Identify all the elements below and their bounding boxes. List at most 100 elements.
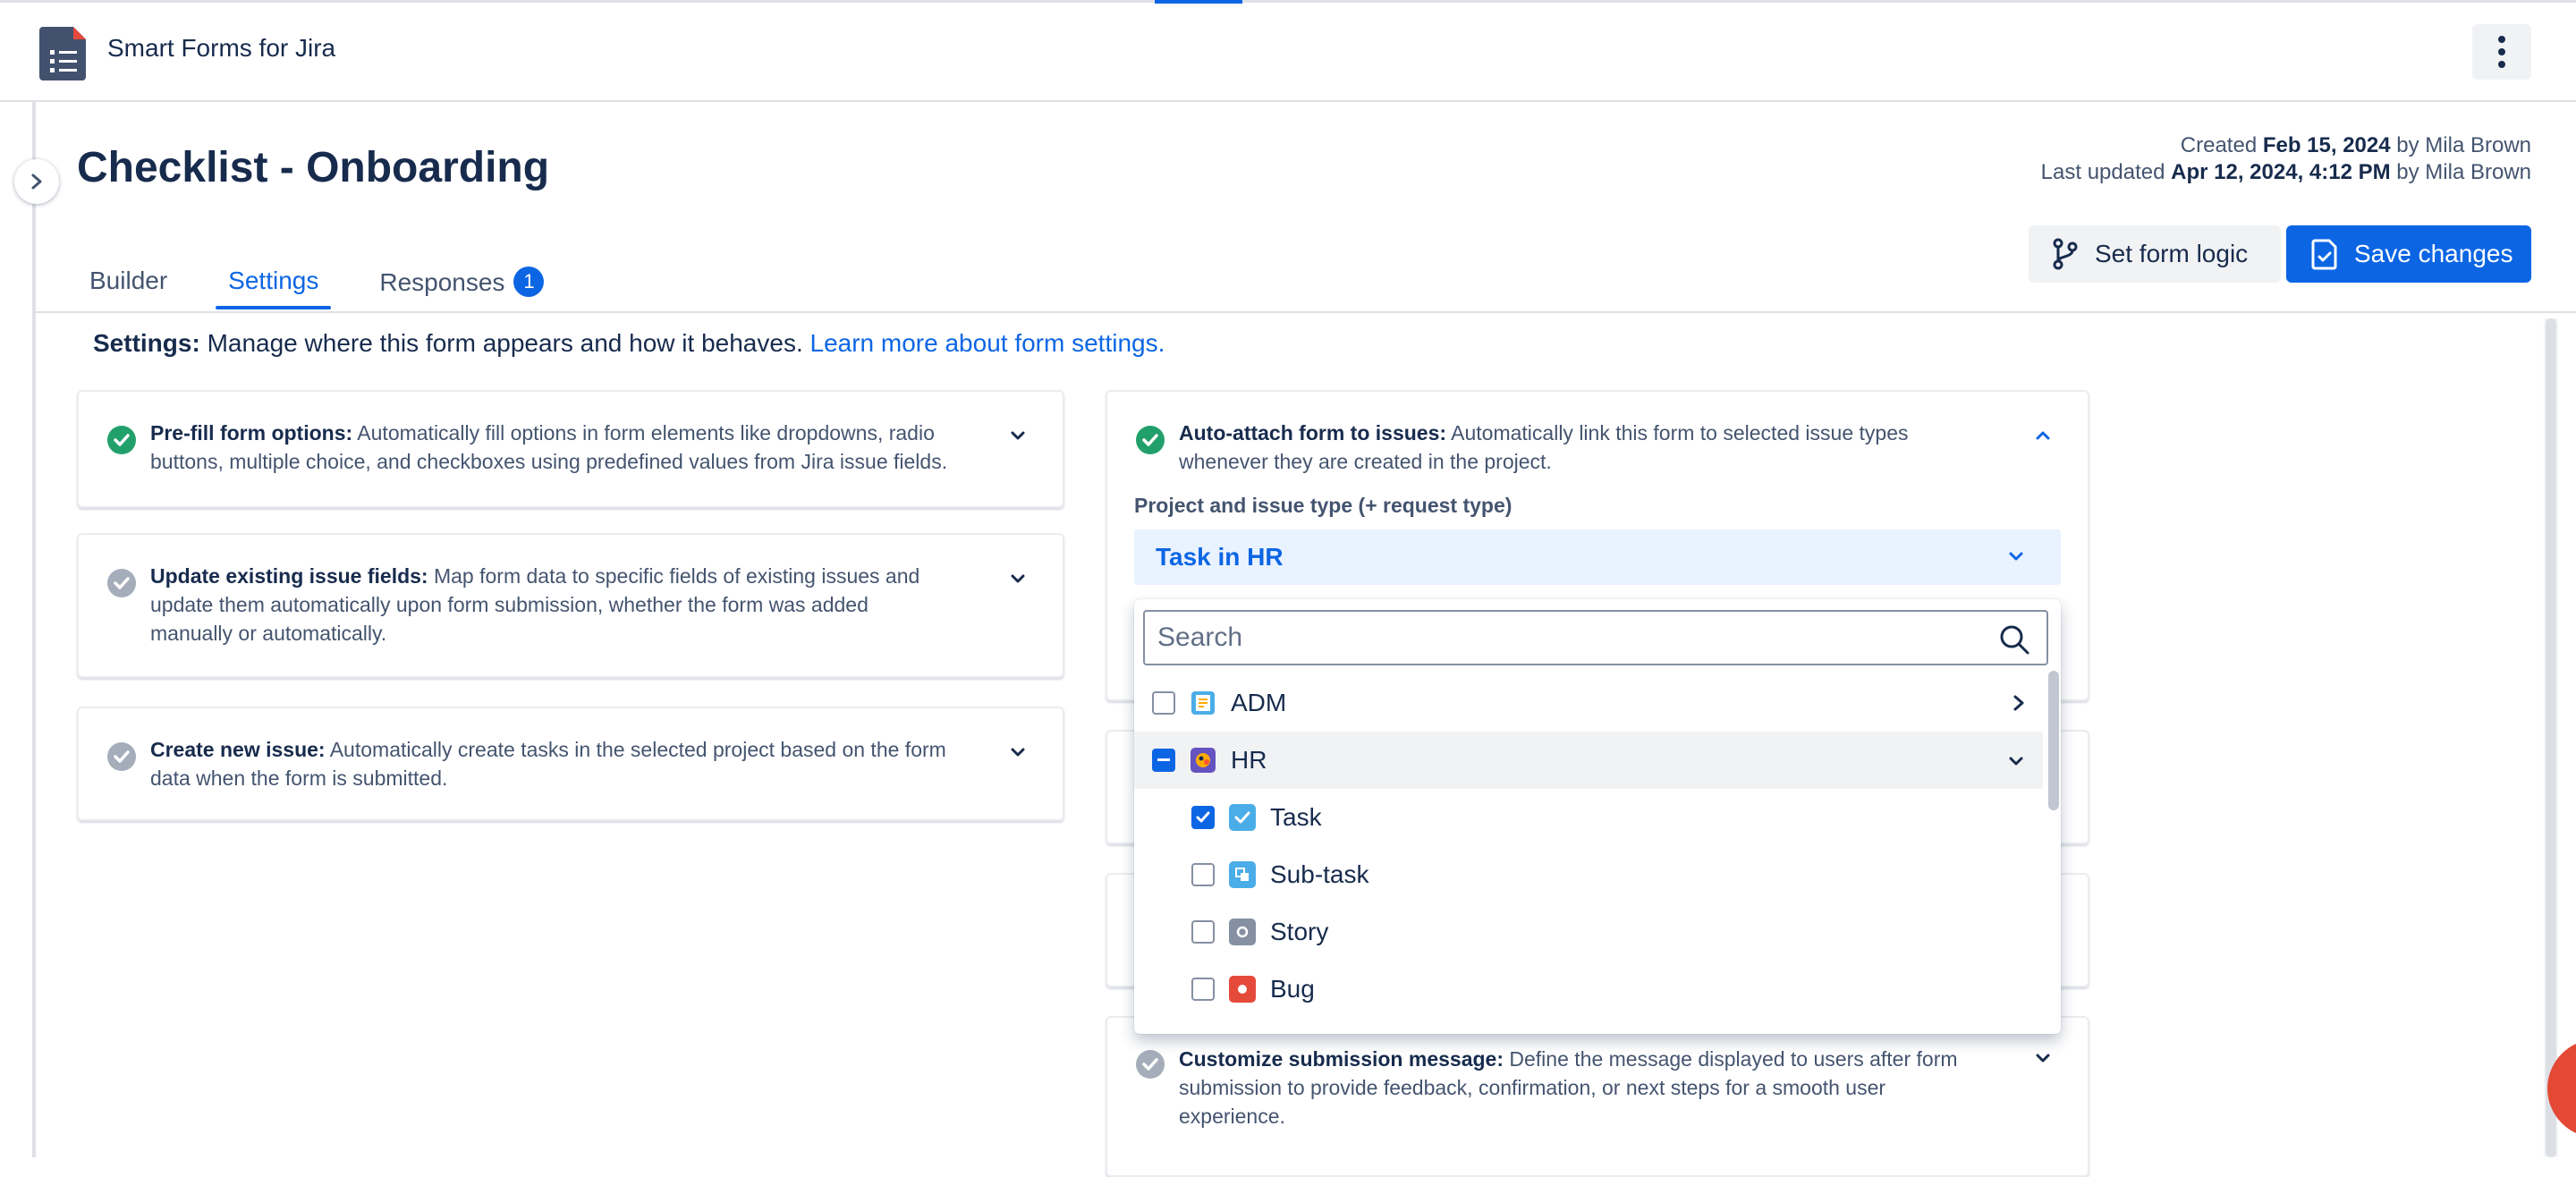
success-check-icon: [107, 426, 136, 454]
left-sidebar-collapsed: [0, 102, 36, 1157]
prefill-options-card[interactable]: Pre-fill form options: Automatically fil…: [77, 390, 1064, 508]
updated-date: Apr 12, 2024, 4:12 PM: [2171, 160, 2391, 184]
branch-icon: [2053, 238, 2078, 270]
chevron-down-icon: [2009, 552, 2023, 561]
option-hr[interactable]: HR: [1134, 732, 2043, 789]
checkbox-checked[interactable]: [1191, 806, 1215, 829]
chevron-right-icon: [31, 174, 42, 190]
update-fields-line2: update them automatically upon form subm…: [150, 593, 869, 616]
subtask-icon: [1229, 861, 1256, 888]
updated-by: by Mila Brown: [2396, 160, 2531, 184]
project-issue-type-select[interactable]: Task in HR: [1134, 529, 2061, 585]
checkbox[interactable]: [1191, 863, 1215, 886]
chevron-right-icon[interactable]: [2012, 694, 2025, 712]
create-issue-title: Create new issue:: [150, 738, 326, 761]
selected-value: Task in HR: [1156, 543, 1284, 571]
created-by: by Mila Brown: [2396, 133, 2531, 157]
app-logo-icon: [39, 23, 89, 80]
prefill-line1: Automatically fill options in form eleme…: [357, 421, 935, 445]
save-changes-button[interactable]: Save changes: [2286, 225, 2531, 283]
page-title: Checklist - Onboarding: [77, 144, 550, 191]
responses-count-badge: 1: [513, 267, 545, 297]
set-form-logic-button[interactable]: Set form logic: [2029, 225, 2281, 283]
intro-prefix: Settings:: [93, 329, 200, 357]
page-scrollbar[interactable]: [2544, 318, 2558, 1157]
option-story[interactable]: Story: [1134, 903, 2043, 961]
tab-responses-label: Responses: [379, 268, 505, 296]
save-changes-label: Save changes: [2354, 240, 2513, 267]
chevron-down-icon[interactable]: [1009, 572, 1027, 585]
option-label: Story: [1270, 918, 1329, 945]
page-scrollbar-thumb[interactable]: [2546, 318, 2556, 1157]
pending-check-icon: [107, 742, 136, 771]
set-form-logic-label: Set form logic: [2095, 240, 2249, 267]
task-icon: [1229, 804, 1256, 831]
option-label: Bug: [1270, 975, 1315, 1003]
submission-description: Customize submission message: Define the…: [1179, 1045, 1958, 1130]
form-tabs: Builder Settings Responses 1: [77, 261, 592, 311]
intro-text: Manage where this form appears and how i…: [207, 329, 803, 357]
auto-attach-line2: whenever they are created in the project…: [1179, 450, 1552, 473]
search-icon: [2000, 625, 2029, 655]
prefill-title: Pre-fill form options:: [150, 421, 353, 445]
more-options-button[interactable]: [2472, 24, 2531, 80]
checkbox[interactable]: [1191, 920, 1215, 944]
created-date: Feb 15, 2024: [2262, 133, 2391, 157]
chevron-down-icon[interactable]: [2034, 1052, 2052, 1064]
update-issue-fields-card[interactable]: Update existing issue fields: Map form d…: [77, 533, 1064, 678]
checkbox-indeterminate[interactable]: [1152, 749, 1175, 772]
chevron-up-icon[interactable]: [2034, 429, 2052, 442]
dropdown-scrollbar[interactable]: [2048, 671, 2059, 810]
auto-attach-description: Auto-attach form to issues: Automaticall…: [1179, 419, 1908, 476]
settings-intro: Settings: Manage where this form appears…: [93, 329, 1165, 358]
prefill-description: Pre-fill form options: Automatically fil…: [150, 419, 947, 476]
project-hr-icon: [1190, 747, 1216, 774]
pending-check-icon: [107, 569, 136, 597]
create-issue-description: Create new issue: Automatically create t…: [150, 735, 946, 792]
search-placeholder: Search: [1157, 622, 1243, 652]
option-label: ADM: [1231, 689, 1287, 716]
project-adm-icon: [1190, 690, 1216, 716]
update-fields-title: Update existing issue fields:: [150, 564, 428, 588]
option-task[interactable]: Task: [1134, 789, 2043, 846]
prefill-line2: buttons, multiple choice, and checkboxes…: [150, 450, 948, 473]
more-vertical-icon: [2498, 36, 2505, 68]
create-issue-line1: Automatically create tasks in the select…: [329, 738, 946, 761]
option-sub-task[interactable]: Sub-task: [1134, 846, 2043, 903]
option-label: Task: [1270, 803, 1322, 831]
tab-builder[interactable]: Builder: [77, 261, 180, 306]
option-adm[interactable]: ADM: [1134, 674, 2043, 732]
submission-message-card[interactable]: Customize submission message: Define the…: [1106, 1016, 2089, 1177]
dropdown-search-input[interactable]: Search: [1143, 610, 2048, 665]
expand-sidebar-button[interactable]: [14, 159, 59, 204]
option-bug[interactable]: Bug: [1134, 961, 2043, 1018]
checkbox[interactable]: [1191, 978, 1215, 1001]
created-label: Created: [2180, 133, 2258, 157]
submission-line1: Define the message displayed to users af…: [1509, 1047, 1958, 1071]
create-issue-line2: data when the form is submitted.: [150, 766, 448, 790]
update-fields-description: Update existing issue fields: Map form d…: [150, 562, 919, 648]
learn-more-link[interactable]: Learn more about form settings.: [810, 329, 1165, 357]
chevron-down-icon[interactable]: [2007, 755, 2025, 767]
update-fields-line1: Map form data to specific fields of exis…: [433, 564, 920, 588]
bug-icon: [1229, 976, 1256, 1003]
tab-settings[interactable]: Settings: [216, 261, 332, 309]
chevron-down-icon[interactable]: [1009, 429, 1027, 442]
tabs-divider: [36, 311, 2576, 313]
auto-attach-line1: Automatically link this form to selected…: [1451, 421, 1909, 445]
update-fields-line3: manually or automatically.: [150, 622, 387, 645]
submission-line2: submission to provide feedback, confirma…: [1179, 1076, 1886, 1099]
app-name: Smart Forms for Jira: [107, 34, 336, 62]
tab-responses[interactable]: Responses 1: [367, 261, 556, 306]
issue-type-dropdown: Search ADM HR Task Sub-task Story Bug: [1134, 599, 2061, 1034]
form-metadata: Created Feb 15, 2024 by Mila Brown Last …: [2041, 132, 2531, 186]
project-issue-type-label: Project and issue type (+ request type): [1134, 494, 1513, 517]
updated-label: Last updated: [2040, 160, 2165, 184]
chevron-down-icon[interactable]: [1009, 746, 1027, 758]
option-label: Sub-task: [1270, 860, 1369, 888]
top-bar: [0, 0, 2576, 102]
checkbox[interactable]: [1152, 691, 1175, 715]
create-issue-card[interactable]: Create new issue: Automatically create t…: [77, 707, 1064, 821]
option-label: HR: [1231, 746, 1267, 774]
auto-attach-title: Auto-attach form to issues:: [1179, 421, 1447, 445]
